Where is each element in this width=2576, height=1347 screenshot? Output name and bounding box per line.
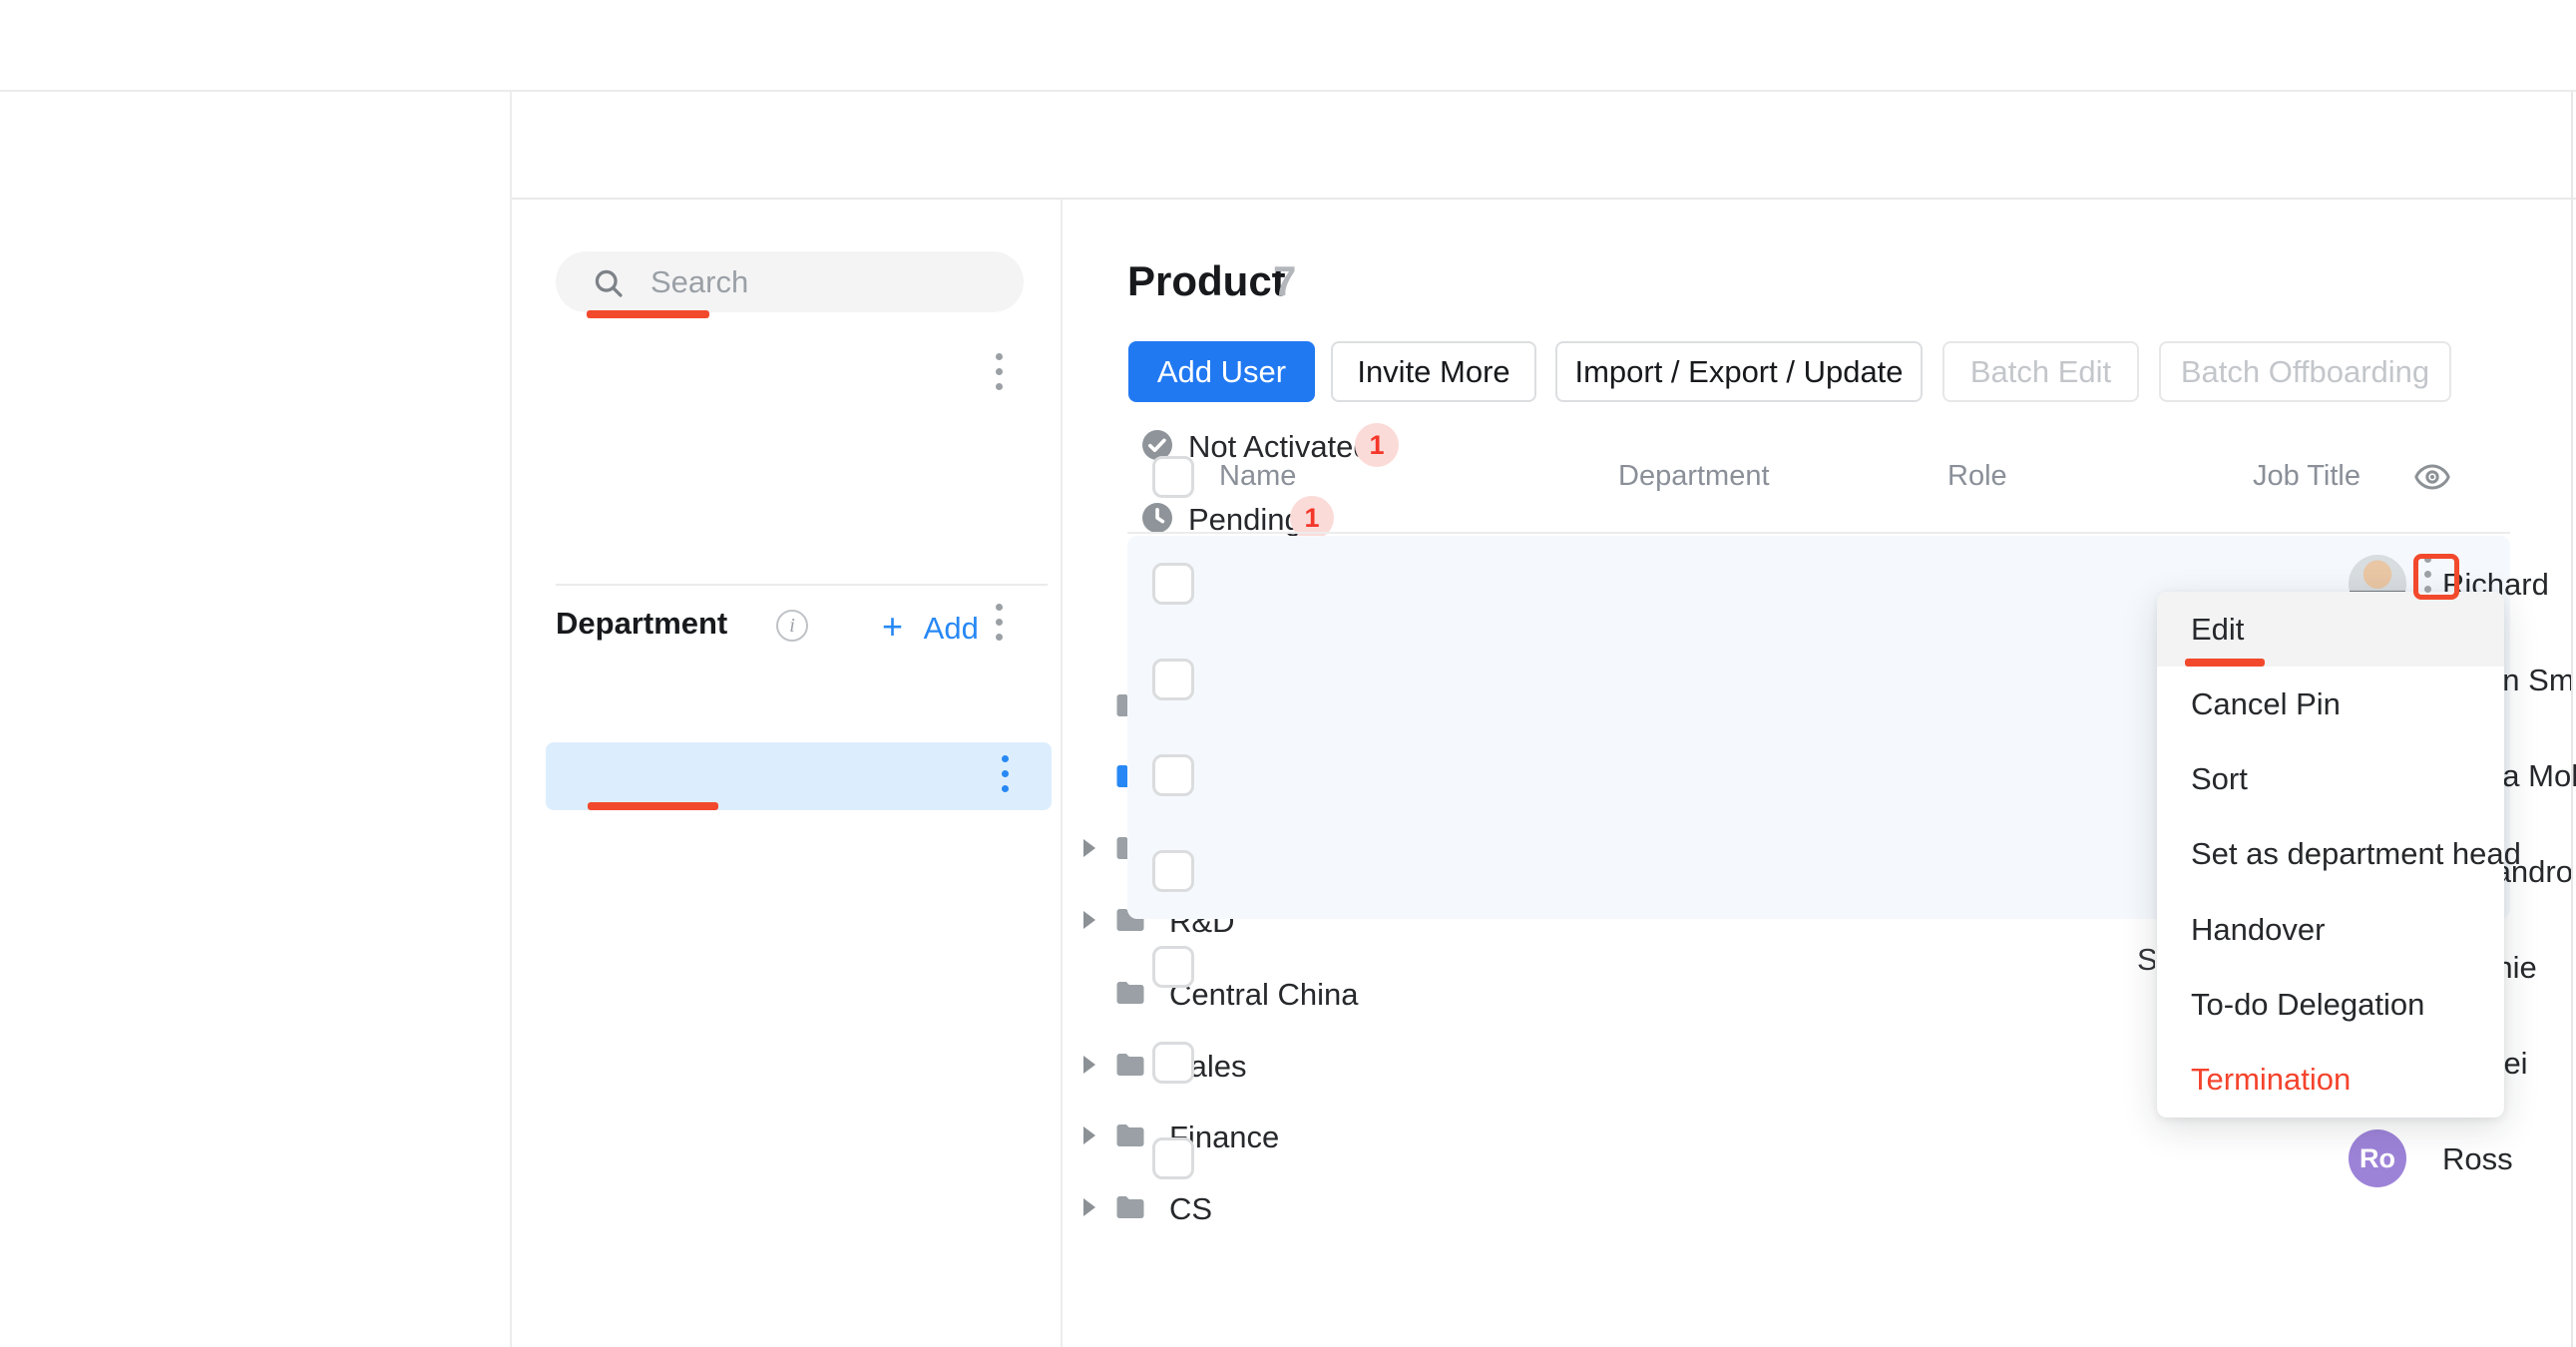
tree-item-cs[interactable]: CS [529,1172,1058,1242]
row-checkbox[interactable] [1152,850,1194,892]
row-actions-menu: Edit Cancel Pin Sort Set as department h… [2157,592,2504,1118]
caret-right-icon[interactable] [1083,1198,1095,1216]
menu-item-termination[interactable]: Termination [2157,1043,2504,1118]
menu-item-cancel-pin[interactable]: Cancel Pin [2157,667,2504,741]
column-header-department[interactable]: Department [1618,460,1770,493]
top-header [0,0,2576,92]
tree-item-marketing[interactable]: Marketing [529,813,1058,883]
annotation-box-more-icon [2413,554,2459,600]
table-header-border [1127,532,2510,534]
invite-more-button[interactable]: Invite More [1331,341,1536,402]
tree-item-sales[interactable]: Sales [529,1030,1058,1100]
add-department-button[interactable]: + Add [882,606,979,648]
caret-right-icon[interactable] [1083,911,1095,929]
section-divider [556,584,1048,586]
search-icon [591,265,627,301]
tab-bar [512,92,2576,200]
row-checkbox[interactable] [1152,1137,1194,1179]
row-checkbox[interactable] [1152,1042,1194,1084]
panel-divider [1061,200,1063,1347]
menu-item-sort[interactable]: Sort [2157,742,2504,817]
menu-item-todo-delegation[interactable]: To-do Delegation [2157,967,2504,1042]
tree-item-finance[interactable]: Finance [529,1101,1058,1170]
plus-icon: + [882,606,903,647]
department-more-icon[interactable] [996,604,1003,641]
annotation-underline-search [587,310,709,318]
column-header-name[interactable]: Name [1219,460,1296,493]
clock-icon [1139,500,1175,536]
batch-offboarding-button[interactable]: Batch Offboarding [2159,341,2451,402]
import-export-update-button[interactable]: Import / Export / Update [1555,341,1923,402]
row-checkbox[interactable] [1152,754,1194,796]
org-admin-app: Org Admin MEGA Industrial Co. « Home Use… [0,0,2576,1347]
tree-item-central-china[interactable]: Central China [529,958,1058,1028]
caret-right-icon[interactable] [1083,1056,1095,1074]
all-more-icon[interactable] [996,353,1003,390]
tree-item-ceo[interactable]: CEO [529,671,1058,740]
table-row-ross[interactable]: Ro Ross R&D; Product [1127,1111,2510,1206]
avatar-initials: Ro [2349,1129,2406,1187]
batch-edit-button[interactable]: Batch Edit [1942,341,2139,402]
department-section-title: Department [556,606,727,642]
caret-right-icon[interactable] [1083,839,1095,857]
cell-name: Ross [2442,1141,2513,1177]
menu-item-handover[interactable]: Handover [2157,892,2504,967]
clipped-job-title-text: S [2137,942,2155,986]
add-user-button[interactable]: Add User [1128,341,1315,402]
sidebar [0,92,512,1347]
menu-item-set-as-department-head[interactable]: Set as department head [2157,817,2504,892]
caret-right-icon[interactable] [1083,1126,1095,1144]
filter-all[interactable]: All [556,341,1055,407]
row-checkbox[interactable] [1152,563,1194,605]
row-checkbox[interactable] [1152,659,1194,700]
select-all-checkbox[interactable] [1152,456,1194,498]
filter-not-activated[interactable]: Not Activated 1 [556,412,1055,478]
eye-icon[interactable] [2412,457,2452,497]
not-activated-badge: 1 [1355,423,1399,467]
page-title: Product [1127,257,1286,305]
annotation-underline-edit [2185,659,2265,667]
column-header-job-title[interactable]: Job Title [2253,460,2361,493]
info-icon[interactable]: i [776,610,808,642]
annotation-underline-product [588,802,718,810]
filter-pending[interactable]: Pending 1 [556,485,1055,551]
tree-item-rd[interactable]: R&D [529,885,1058,955]
menu-item-edit[interactable]: Edit [2157,592,2504,667]
search-placeholder: Search [650,264,748,300]
row-checkbox[interactable] [1152,946,1194,988]
add-label: Add [924,611,979,646]
member-count: 7 [1273,257,1296,305]
scrollbar-track[interactable] [2571,92,2573,1347]
column-header-role[interactable]: Role [1947,460,2007,493]
product-more-icon[interactable] [1002,755,1009,792]
